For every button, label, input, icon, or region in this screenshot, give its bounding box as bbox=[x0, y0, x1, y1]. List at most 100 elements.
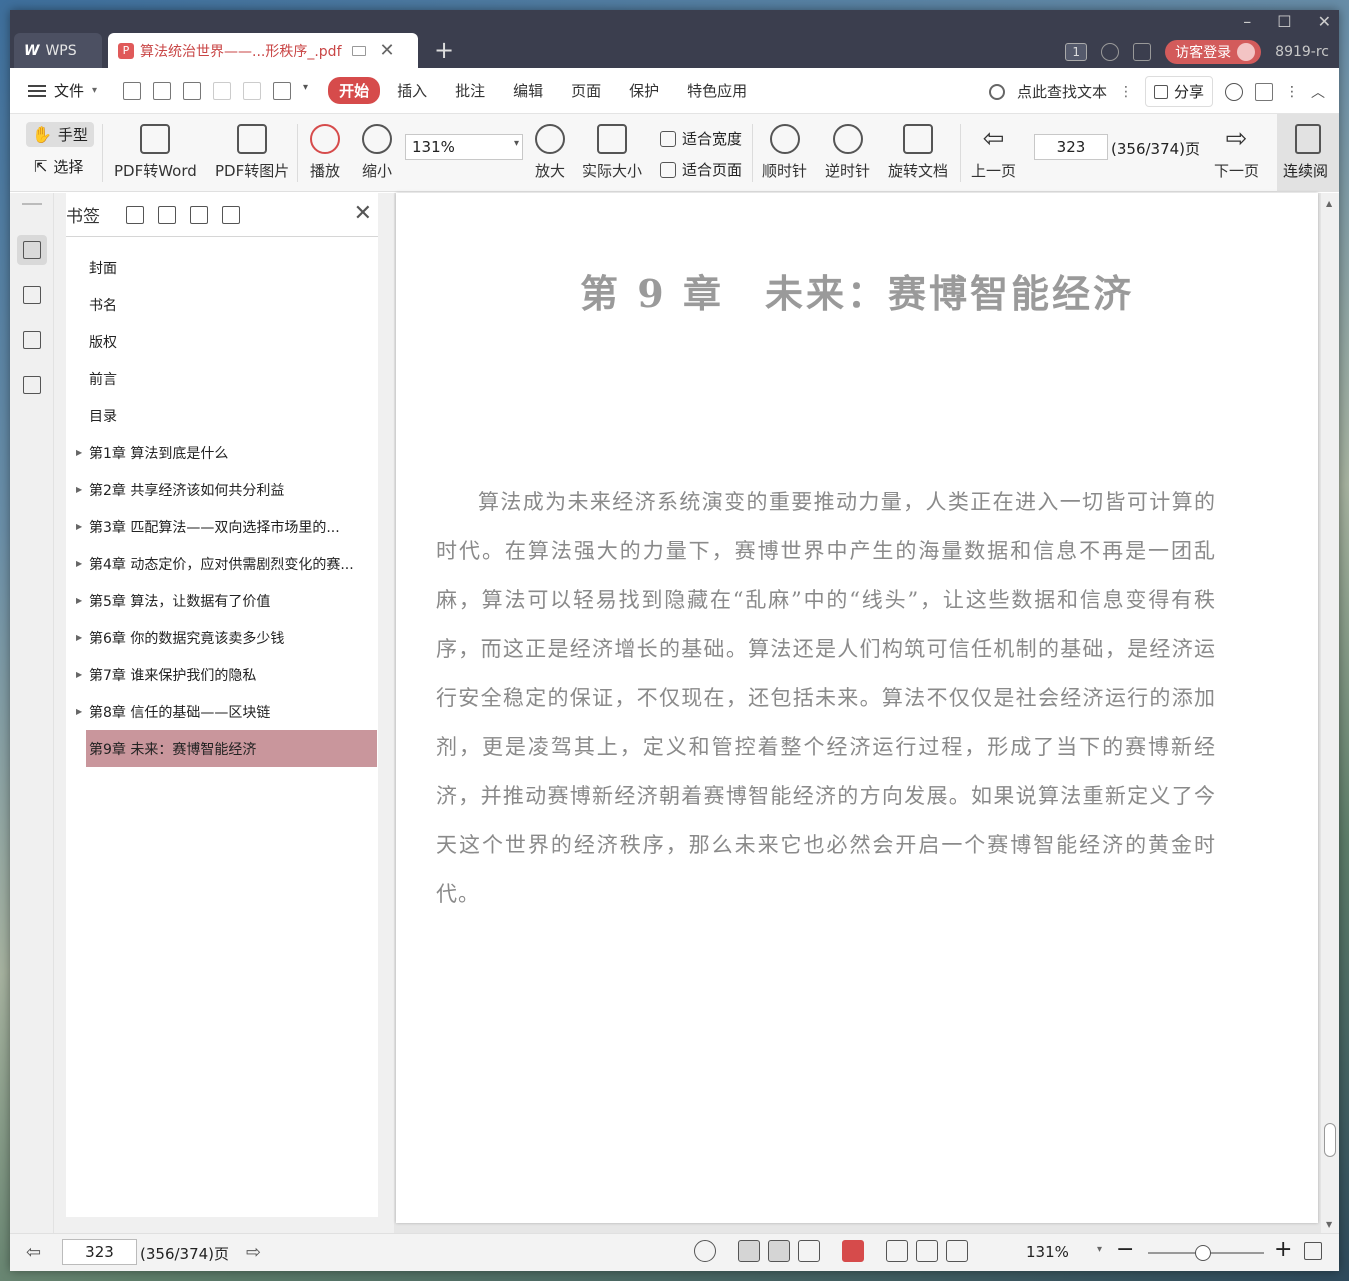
bookmark-item[interactable]: 封面 bbox=[66, 249, 378, 286]
signature-panel-toggle[interactable] bbox=[17, 370, 47, 400]
expand-arrow-icon[interactable]: ▶ bbox=[76, 670, 82, 679]
window-count-badge[interactable]: 1 bbox=[1065, 43, 1088, 61]
zoom-slider[interactable] bbox=[1148, 1245, 1264, 1261]
status-zoom-value[interactable]: 131% bbox=[1026, 1243, 1069, 1261]
redo-icon[interactable] bbox=[243, 81, 262, 100]
bookmark-settings-icon[interactable] bbox=[222, 205, 240, 224]
close-panel-icon[interactable]: ✕ bbox=[354, 201, 372, 226]
tab-edit[interactable]: 编辑 bbox=[502, 77, 554, 104]
bookmark-item[interactable]: 目录 bbox=[66, 397, 378, 434]
expand-arrow-icon[interactable]: ▶ bbox=[76, 448, 82, 457]
find-text-button[interactable]: 点此查找文本 bbox=[1017, 81, 1107, 102]
comment-icon[interactable] bbox=[1255, 82, 1273, 101]
file-menu[interactable]: 文件 ▾ bbox=[10, 80, 97, 101]
drag-handle[interactable] bbox=[22, 203, 42, 205]
fit-page-icon[interactable] bbox=[916, 1240, 938, 1262]
tab-special-apps[interactable]: 特色应用 bbox=[676, 77, 758, 104]
tab-insert[interactable]: 插入 bbox=[386, 77, 438, 104]
skin-shirt-icon[interactable] bbox=[1133, 43, 1152, 61]
fit-width-icon[interactable] bbox=[946, 1240, 968, 1262]
continuous-view-icon[interactable] bbox=[738, 1240, 760, 1262]
expand-arrow-icon[interactable]: ▶ bbox=[76, 596, 82, 605]
single-page-icon[interactable] bbox=[768, 1240, 790, 1262]
undo-icon[interactable] bbox=[213, 81, 232, 100]
document-tab[interactable]: P 算法统治世界——...形秩序_.pdf ✕ bbox=[108, 33, 418, 68]
next-page-icon[interactable]: ⇨ bbox=[246, 1242, 261, 1263]
zoom-plus-icon[interactable]: + bbox=[1274, 1237, 1292, 1262]
bookmark-item[interactable]: 书名 bbox=[66, 286, 378, 323]
guest-login-button[interactable]: 访客登录 bbox=[1165, 40, 1262, 64]
add-bookmark-icon[interactable] bbox=[190, 205, 208, 224]
scroll-down-icon[interactable]: ▼ bbox=[1326, 1220, 1332, 1229]
bookmark-item[interactable]: 版权 bbox=[66, 323, 378, 360]
bookmark-item[interactable]: ▶ 第6章 你的数据究竟该卖多少钱 bbox=[66, 619, 378, 656]
tab-protect[interactable]: 保护 bbox=[618, 77, 670, 104]
print-icon[interactable] bbox=[183, 81, 202, 100]
maximize-icon[interactable]: ☐ bbox=[1277, 12, 1291, 31]
fullscreen-icon[interactable] bbox=[1304, 1242, 1322, 1260]
double-page-icon[interactable] bbox=[798, 1240, 820, 1262]
fit-page-button[interactable]: 适合页面 bbox=[660, 159, 742, 180]
zoom-dropdown-icon[interactable]: ▾ bbox=[1097, 1244, 1102, 1255]
minimize-icon[interactable]: – bbox=[1243, 12, 1251, 31]
document-viewport[interactable]: 第 9 章 未来：赛博智能经济 算法成为未来经济系统演变的重要推动力量，人类正在… bbox=[394, 193, 1326, 1233]
expand-arrow-icon[interactable]: ▶ bbox=[76, 633, 82, 642]
select-tool-button[interactable]: ⇱ 选择 bbox=[34, 156, 83, 177]
bookmark-item[interactable]: ▶ 第7章 谁来保护我们的隐私 bbox=[66, 656, 378, 693]
share-button[interactable]: 分享 bbox=[1144, 76, 1213, 107]
previous-page-icon[interactable]: ⇦ bbox=[26, 1242, 41, 1263]
bookmark-item[interactable]: ▶ 第8章 信任的基础——区块链 bbox=[66, 693, 378, 730]
zoom-in-button[interactable]: 放大 bbox=[535, 124, 565, 181]
wps-home-tab[interactable]: W WPS bbox=[14, 33, 102, 68]
status-page-input[interactable]: 323 bbox=[62, 1239, 137, 1265]
previous-page-button[interactable]: ⇦ 上一页 bbox=[971, 124, 1016, 181]
export-image-icon[interactable] bbox=[273, 81, 292, 100]
close-window-icon[interactable]: ✕ bbox=[1318, 12, 1331, 31]
monitor-icon[interactable] bbox=[351, 45, 366, 56]
open-folder-icon[interactable] bbox=[123, 81, 142, 100]
expand-arrow-icon[interactable]: ▶ bbox=[76, 485, 82, 494]
bookmark-item[interactable]: 前言 bbox=[66, 360, 378, 397]
bookmark-item[interactable]: ▶ 第1章 算法到底是什么 bbox=[66, 434, 378, 471]
rotate-document-button[interactable]: 旋转文档 bbox=[888, 124, 948, 181]
next-page-button[interactable]: ⇨ 下一页 bbox=[1214, 124, 1259, 181]
tab-page[interactable]: 页面 bbox=[560, 77, 612, 104]
thumbnail-panel-toggle[interactable] bbox=[17, 280, 47, 310]
pdf-to-image-button[interactable]: PDF转图片 bbox=[215, 124, 289, 181]
scroll-up-icon[interactable]: ▲ bbox=[1326, 199, 1332, 208]
bookmark-item[interactable]: ▶第9章 未来：赛博智能经济 bbox=[86, 730, 377, 767]
annotation-panel-toggle[interactable] bbox=[17, 325, 47, 355]
tab-annotate[interactable]: 批注 bbox=[444, 77, 496, 104]
fit-width-button[interactable]: 适合宽度 bbox=[660, 128, 742, 149]
expand-arrow-icon[interactable]: ▶ bbox=[76, 522, 82, 531]
play-slideshow-icon[interactable] bbox=[842, 1240, 864, 1262]
rotate-clockwise-button[interactable]: 顺时针 bbox=[762, 124, 807, 181]
eye-protection-icon[interactable] bbox=[694, 1240, 716, 1262]
new-tab-button[interactable]: + bbox=[434, 37, 454, 63]
expand-arrow-icon[interactable]: ▶ bbox=[76, 707, 82, 716]
actual-size-icon[interactable] bbox=[886, 1240, 908, 1262]
expand-all-icon[interactable] bbox=[126, 205, 144, 224]
vertical-scrollbar[interactable]: ▲ ▼ bbox=[1321, 193, 1339, 1233]
bookmark-item[interactable]: ▶ 第4章 动态定价，应对供需剧烈变化的赛... bbox=[66, 545, 378, 582]
more-options-icon[interactable]: ⋮ bbox=[1285, 84, 1299, 100]
rotate-counterclockwise-button[interactable]: 逆时针 bbox=[825, 124, 870, 181]
hand-tool-button[interactable]: ✋ 手型 bbox=[26, 122, 94, 147]
tab-start[interactable]: 开始 bbox=[328, 77, 381, 104]
more-vertical-icon[interactable]: ⋮ bbox=[1119, 84, 1133, 100]
zoom-select[interactable]: 131% bbox=[405, 134, 523, 160]
zoom-out-button[interactable]: 缩小 bbox=[362, 124, 392, 181]
zoom-minus-icon[interactable]: − bbox=[1116, 1237, 1134, 1262]
zoom-slider-knob[interactable] bbox=[1195, 1245, 1211, 1261]
save-icon[interactable] bbox=[153, 81, 172, 100]
bookmark-item[interactable]: ▶ 第5章 算法，让数据有了价值 bbox=[66, 582, 378, 619]
actual-size-button[interactable]: 实际大小 bbox=[582, 124, 642, 181]
collapse-ribbon-icon[interactable]: ︿ bbox=[1311, 82, 1325, 102]
scroll-thumb[interactable] bbox=[1324, 1123, 1336, 1157]
pdf-to-word-button[interactable]: PDF转Word bbox=[114, 124, 197, 181]
continuous-reading-button[interactable]: 连续阅 bbox=[1277, 114, 1339, 192]
collapse-all-icon[interactable] bbox=[158, 205, 176, 224]
bookmark-item[interactable]: ▶ 第2章 共享经济该如何共分利益 bbox=[66, 471, 378, 508]
expand-arrow-icon[interactable]: ▶ bbox=[76, 559, 82, 568]
cloud-sync-icon[interactable] bbox=[1101, 43, 1120, 61]
